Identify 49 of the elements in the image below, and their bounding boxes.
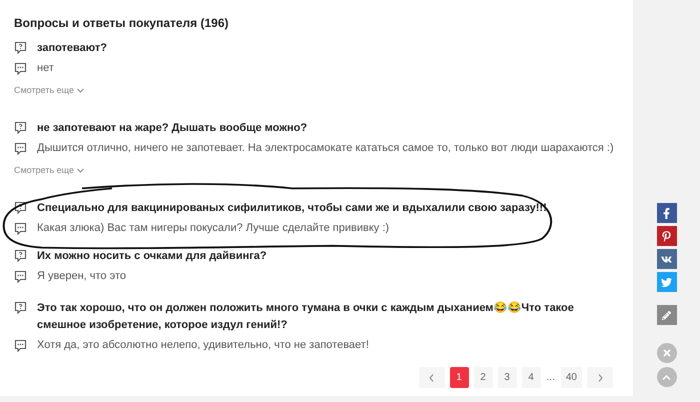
answer-icon — [14, 270, 27, 283]
answer-text: Я уверен, что это — [37, 269, 126, 284]
twitter-icon — [661, 276, 672, 288]
facebook-icon — [661, 208, 672, 218]
question-text: Это так хорошо, что он должен положить много тумана в очки с каждым дыханием😂😂Что такое смешное изобретение, которое издул гений!? — [37, 300, 575, 333]
twitter-share-button[interactable] — [656, 272, 676, 292]
page-button[interactable]: 1 — [450, 367, 469, 388]
close-icon — [662, 348, 672, 358]
facebook-share-button[interactable] — [656, 203, 676, 223]
pinterest-share-button[interactable] — [656, 226, 676, 246]
chevron-up-icon — [662, 372, 671, 382]
chevron-left-icon — [429, 374, 434, 382]
close-button[interactable] — [656, 343, 676, 363]
answer-text: Хотя да, это абсолютно нелепо, удивительно, что не запотевает! — [37, 338, 369, 353]
page-ellipsis: ... — [546, 371, 556, 385]
section-title: Вопросы и ответы покупателя (196) — [14, 15, 230, 32]
question-text: Специально для вакцинированых сифилитиков, чтобы сами же и вдыхалили свою заразу!!! — [37, 201, 547, 216]
question-text: запотевают? — [37, 41, 107, 56]
show-more-link[interactable]: Смотреть еще — [14, 164, 84, 177]
question-icon — [14, 120, 27, 134]
pencil-icon — [662, 310, 671, 320]
page-button[interactable]: 2 — [474, 367, 493, 388]
question-text: Их можно носить с очками для дайвинга? — [37, 249, 267, 264]
page-button[interactable]: 4 — [522, 367, 541, 388]
chevron-down-icon — [76, 168, 84, 173]
page-button[interactable]: 40 — [560, 367, 582, 388]
question-text: не запотевают на жаре? Дышать вообще можно? — [37, 120, 308, 136]
vk-icon — [661, 254, 672, 264]
answer-text: Какая злюка) Вас там нигеры покусали? Лучше сделайте прививку :) — [37, 221, 390, 236]
pinterest-icon — [661, 230, 672, 242]
next-page-button[interactable] — [587, 367, 613, 388]
edit-button[interactable] — [656, 305, 676, 325]
answer-icon — [14, 339, 27, 352]
page-button[interactable]: 3 — [498, 367, 517, 388]
answer-text: Дышится отлично, ничего не запотевает. На электросамокате кататься самое то, только вот люди шарахаются :) — [37, 140, 614, 156]
previous-page-button[interactable] — [418, 367, 445, 388]
chevron-right-icon — [598, 374, 602, 382]
answer-text: нет — [37, 61, 54, 76]
vk-share-button[interactable] — [656, 249, 676, 269]
chevron-down-icon — [76, 88, 84, 94]
show-more-link[interactable]: Смотреть еще — [14, 84, 84, 98]
question-icon — [14, 41, 27, 54]
question-icon — [14, 249, 27, 262]
answer-icon — [14, 62, 27, 75]
scroll-top-button[interactable] — [656, 367, 676, 387]
answer-icon — [14, 142, 27, 154]
answer-icon — [14, 222, 27, 235]
question-icon — [14, 301, 27, 314]
question-icon — [14, 201, 27, 214]
